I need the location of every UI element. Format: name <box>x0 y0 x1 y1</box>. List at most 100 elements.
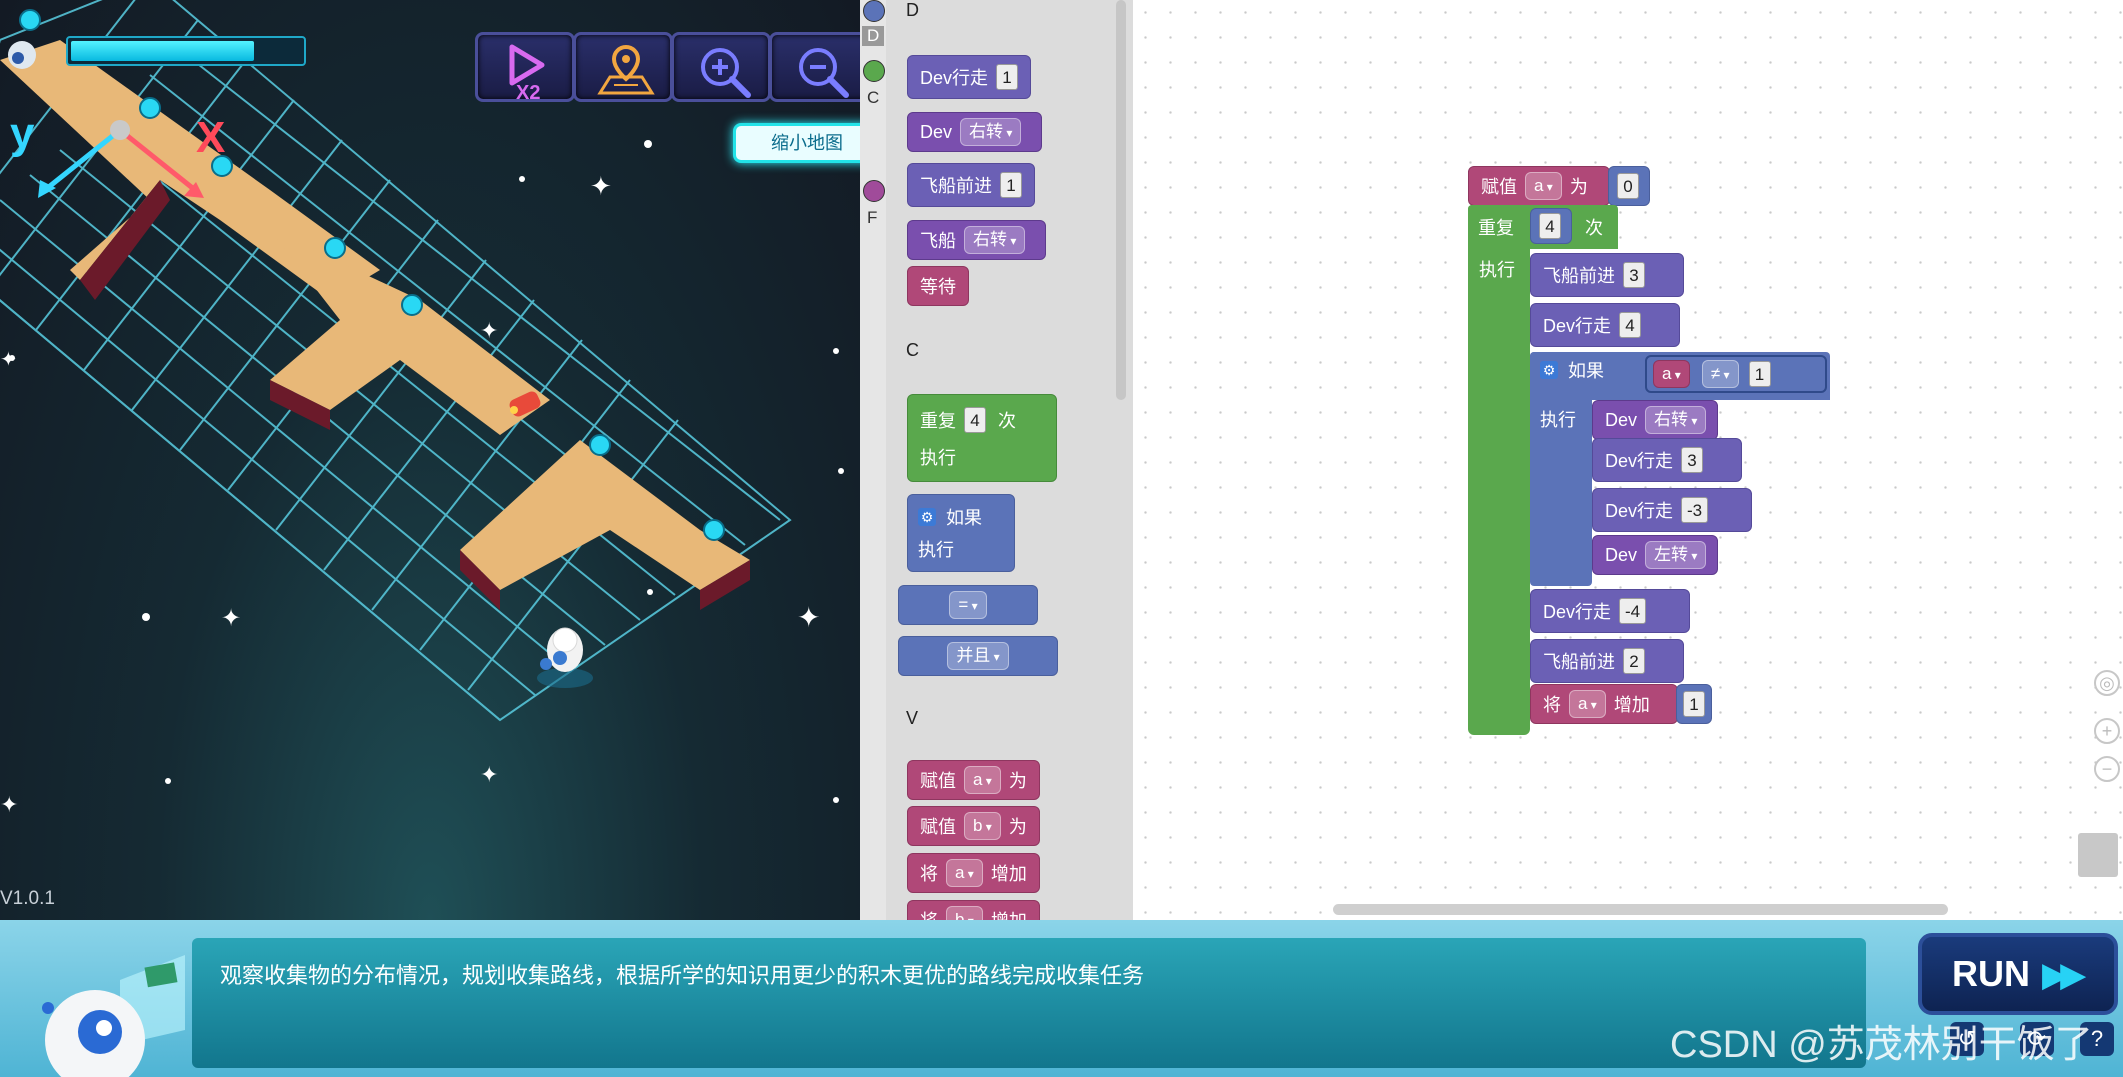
ws-repeat-count-block[interactable]: 4 <box>1530 208 1572 244</box>
block-value[interactable]: 1 <box>1748 361 1771 387</box>
block-label: 将 <box>920 907 938 920</box>
toolbox-ship-forward-block[interactable]: 飞船前进 1 <box>907 163 1035 207</box>
toolbox-change-a-block[interactable]: 将 a 增加 <box>907 853 1040 893</box>
ws-assign-value-block[interactable]: 0 <box>1608 166 1650 206</box>
toolbox-dev-walk-block[interactable]: Dev行走 1 <box>907 55 1032 99</box>
block-value[interactable]: 3 <box>1623 262 1645 288</box>
toolbox-if-block[interactable]: ⚙ 如果 执行 <box>907 494 1015 572</box>
svg-text:✦: ✦ <box>221 605 241 632</box>
toolbox-repeat-block[interactable]: 重复 4 次 执行 <box>907 394 1057 482</box>
logic-dropdown[interactable]: 并且 <box>947 642 1009 670</box>
block-value[interactable]: 1 <box>996 64 1019 90</box>
category-strip: D C F <box>860 0 886 920</box>
ws-condition-block[interactable]: a ≠ 1 <box>1645 355 1827 393</box>
variable-dropdown[interactable]: a <box>964 766 1001 794</box>
toolbox-compare-block[interactable]: = <box>898 585 1038 625</box>
block-label: Dev <box>1605 544 1638 565</box>
svg-text:X2: X2 <box>516 82 540 101</box>
speed-x2-button[interactable]: X2 <box>475 32 575 102</box>
block-value[interactable]: 2 <box>1623 648 1645 674</box>
zoom-in-icon[interactable]: + <box>2094 718 2120 744</box>
trash-icon[interactable] <box>2078 833 2118 877</box>
block-label: Dev行走 <box>920 68 989 88</box>
variable-dropdown[interactable]: b <box>946 906 983 920</box>
turn-dropdown[interactable]: 右转 <box>960 118 1022 146</box>
gear-icon[interactable]: ⚙ <box>918 508 936 526</box>
block-toolbox: D Dev行走 1 Dev 右转 飞船前进 1 飞船 右转 等待 C 重复 4 … <box>886 0 1133 920</box>
workspace-hscrollbar[interactable] <box>1333 904 1948 915</box>
variable-dropdown[interactable]: a <box>1525 172 1562 200</box>
category-c-dot[interactable] <box>863 60 885 82</box>
map-button[interactable] <box>573 32 673 102</box>
ws-dev-walk-neg4-block[interactable]: Dev行走 -4 <box>1530 589 1690 633</box>
ws-change-value-block[interactable]: 1 <box>1676 684 1712 724</box>
block-label: 如果 <box>1568 361 1604 381</box>
recenter-icon[interactable]: ◎ <box>2094 670 2120 696</box>
zoom-in-button[interactable] <box>671 32 771 102</box>
block-label: 赋值 <box>920 817 956 837</box>
zoom-out-icon <box>799 48 849 98</box>
toolbox-wait-block[interactable]: 等待 <box>907 266 969 306</box>
variable-dropdown[interactable]: a <box>946 859 983 887</box>
ws-dev-turn-left-block[interactable]: Dev 左转 <box>1592 535 1718 575</box>
ws-repeat-body[interactable] <box>1468 205 1530 735</box>
variable-dropdown[interactable]: a <box>1653 360 1690 388</box>
toolbox-scrollbar[interactable] <box>1116 0 1126 400</box>
category-d-dot[interactable] <box>863 0 885 22</box>
block-value[interactable]: 4 <box>1619 312 1642 338</box>
block-label: Dev <box>920 121 953 142</box>
turn-dropdown[interactable]: 右转 <box>1645 406 1707 434</box>
energy-bar-fill <box>71 41 254 61</box>
toolbox-change-b-block[interactable]: 将 b 增加 <box>907 900 1040 920</box>
ws-dev-walk-block[interactable]: Dev行走 4 <box>1530 303 1680 347</box>
toolbox-assign-b-block[interactable]: 赋值 b 为 <box>907 806 1040 846</box>
ws-if-body[interactable] <box>1530 352 1592 586</box>
operator-dropdown[interactable]: ≠ <box>1701 360 1739 388</box>
operator-dropdown[interactable]: = <box>949 591 987 619</box>
category-c-label[interactable]: C <box>867 88 879 108</box>
variable-dropdown[interactable]: b <box>964 812 1001 840</box>
block-value[interactable]: 1 <box>1000 172 1022 198</box>
toolbox-ship-turn-block[interactable]: 飞船 右转 <box>907 220 1047 260</box>
block-value[interactable]: 4 <box>964 406 986 433</box>
ws-ship-forward-block[interactable]: 飞船前进 3 <box>1530 253 1684 297</box>
block-value[interactable]: -4 <box>1619 598 1647 624</box>
ws-change-block[interactable]: 将 a 增加 <box>1530 684 1678 724</box>
ws-assign-block[interactable]: 赋值 a 为 <box>1468 166 1610 206</box>
ws-dev-walk-3-block[interactable]: Dev行走 3 <box>1592 438 1742 482</box>
game-canvas[interactable]: ✦✦ ✦✦ ✦✦ ✦✦ <box>0 0 860 920</box>
block-value[interactable]: 3 <box>1681 447 1704 473</box>
zoom-out-button[interactable] <box>769 32 860 102</box>
block-value[interactable]: -3 <box>1681 497 1709 523</box>
block-label: Dev行走 <box>1605 451 1674 471</box>
toolbox-dev-turn-block[interactable]: Dev 右转 <box>907 112 1043 152</box>
category-f-label[interactable]: F <box>867 208 877 228</box>
turn-dropdown[interactable]: 左转 <box>1645 541 1707 569</box>
block-value[interactable]: 0 <box>1617 173 1639 199</box>
block-label: Dev行走 <box>1605 501 1674 521</box>
toolbox-assign-a-block[interactable]: 赋值 a 为 <box>907 760 1040 800</box>
turn-dropdown[interactable]: 右转 <box>964 226 1026 254</box>
category-f-dot[interactable] <box>863 180 885 202</box>
map-pin-icon <box>597 44 655 95</box>
block-label: 重复 <box>920 410 956 431</box>
section-v-header: V <box>906 708 919 728</box>
block-label: 执行 <box>920 447 956 468</box>
block-label: Dev行走 <box>1543 602 1612 622</box>
svg-text:✦: ✦ <box>590 171 612 201</box>
gear-icon[interactable]: ⚙ <box>1540 361 1558 379</box>
ws-dev-turn-right-block[interactable]: Dev 右转 <box>1592 400 1718 440</box>
toolbox-logic-block[interactable]: 并且 <box>898 636 1058 676</box>
run-button[interactable]: RUN ▶▶ <box>1918 933 2118 1015</box>
variable-dropdown[interactable]: a <box>1569 690 1606 718</box>
section-d-header: D <box>906 0 919 20</box>
category-d-label[interactable]: D <box>862 26 885 46</box>
svg-text:✦: ✦ <box>797 602 820 633</box>
mascot-robot-icon <box>42 955 185 1077</box>
ws-ship-forward-2-block[interactable]: 飞船前进 2 <box>1530 639 1684 683</box>
block-value[interactable]: 1 <box>1683 691 1705 717</box>
dev-robot-sprite <box>537 627 593 688</box>
zoom-out-icon[interactable]: − <box>2094 756 2120 782</box>
block-value[interactable]: 4 <box>1539 213 1561 239</box>
ws-dev-walk-neg3-block[interactable]: Dev行走 -3 <box>1592 488 1752 532</box>
